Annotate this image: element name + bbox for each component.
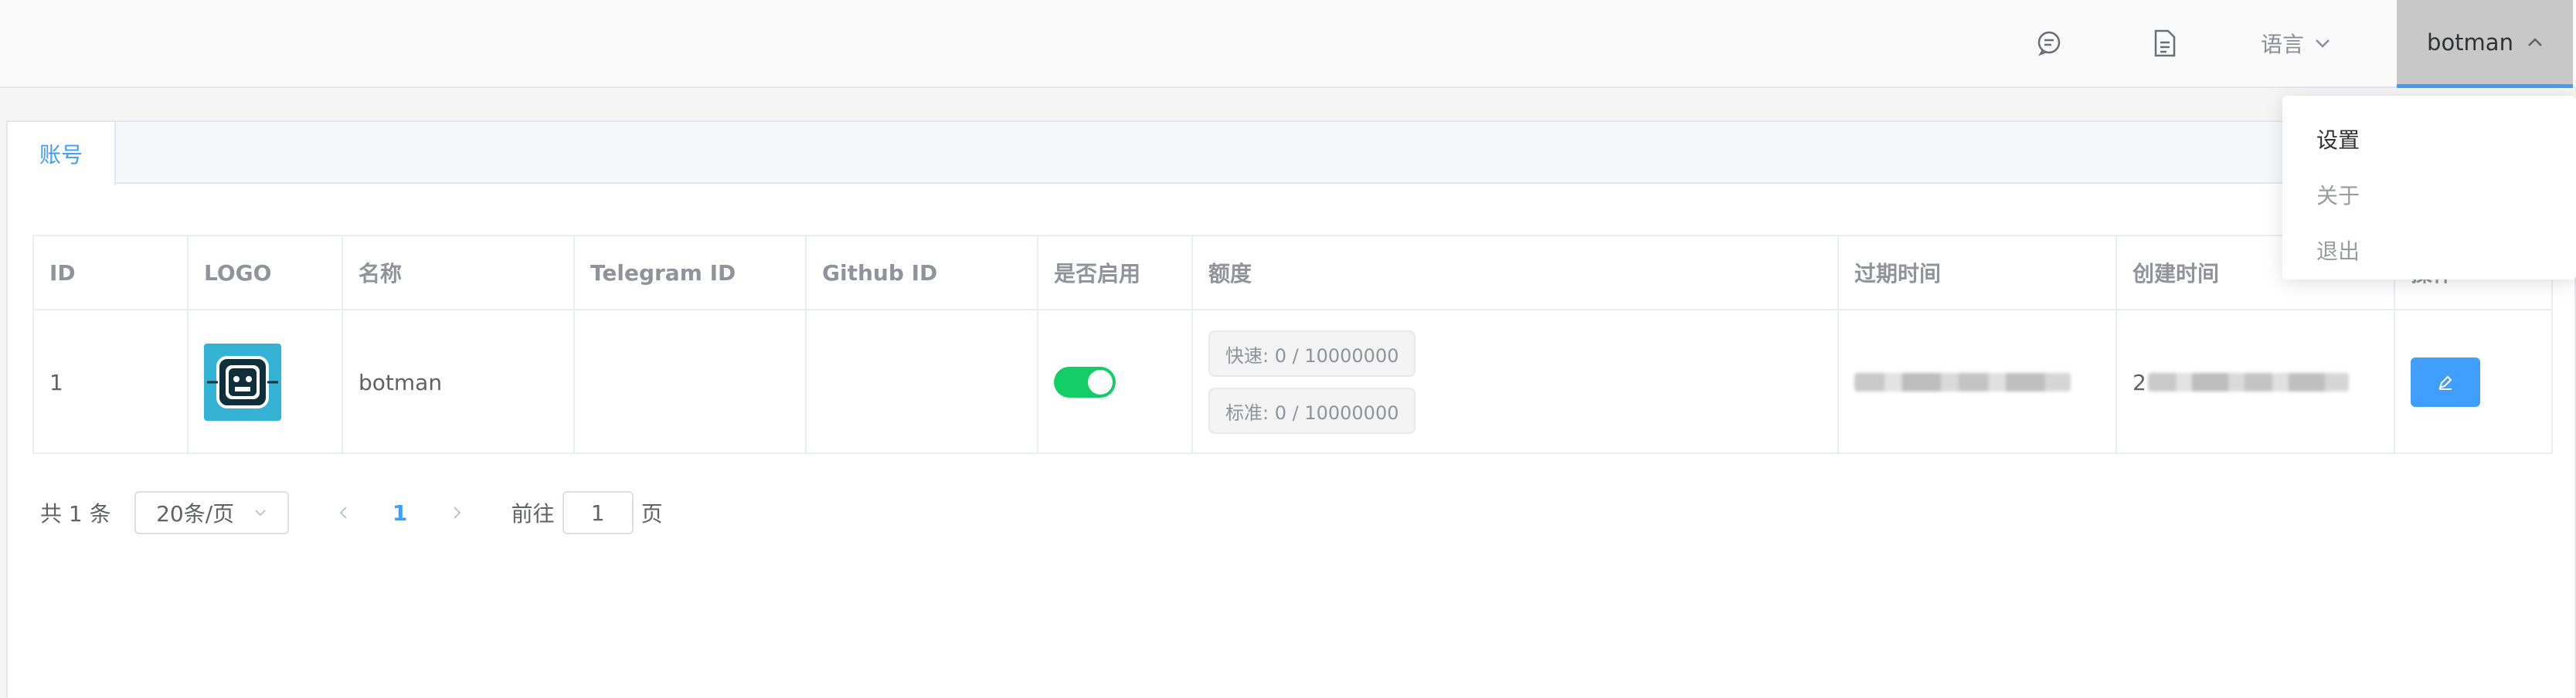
tab-account[interactable]: 账号	[8, 122, 116, 185]
user-label: botman	[2427, 29, 2513, 56]
quota-standard-tag: 标准: 0 / 10000000	[1208, 388, 1416, 434]
column-header-telegram-id[interactable]: Telegram ID	[575, 236, 807, 310]
table-cell-name: botman	[343, 310, 575, 454]
column-header-id[interactable]: ID	[34, 236, 189, 310]
chevron-left-icon	[339, 507, 347, 519]
chevron-down-icon	[255, 510, 266, 517]
column-header-name[interactable]: 名称	[343, 236, 575, 310]
next-page-button[interactable]	[434, 491, 481, 534]
edit-button[interactable]	[2411, 357, 2480, 407]
table-cell-created-time: 2	[2117, 310, 2395, 454]
menu-item-settings[interactable]: 设置	[2282, 111, 2576, 167]
table-cell-id: 1	[34, 310, 189, 454]
chevron-right-icon	[453, 507, 461, 519]
chat-bubble-icon[interactable]	[2032, 26, 2066, 60]
top-navbar: 语言 botman	[0, 0, 2576, 88]
enabled-toggle[interactable]	[1054, 367, 1116, 398]
document-icon[interactable]	[2148, 26, 2182, 60]
menu-item-about[interactable]: 关于	[2282, 167, 2576, 222]
language-dropdown[interactable]: 语言	[2261, 26, 2330, 60]
chevron-down-icon	[2316, 39, 2330, 48]
table-cell-enabled	[1038, 310, 1193, 454]
tab-bar: 账号	[8, 122, 2576, 185]
pagination: 共 1 条 20条/页 1 前往 1 页	[40, 491, 663, 534]
column-header-logo[interactable]: LOGO	[189, 236, 343, 310]
page-number-current[interactable]: 1	[377, 491, 423, 534]
chevron-up-icon	[2528, 37, 2542, 46]
user-menu-trigger[interactable]: botman	[2397, 0, 2573, 88]
table-cell-telegram-id	[575, 310, 807, 454]
table-cell-quota: 快速: 0 / 10000000 标准: 0 / 10000000	[1193, 310, 1839, 454]
edit-icon	[2438, 375, 2452, 390]
redacted-expire-time	[1854, 373, 2071, 391]
column-header-expire-time[interactable]: 过期时间	[1839, 236, 2117, 310]
table-cell-expire-time	[1839, 310, 2117, 454]
table-cell-actions	[2395, 310, 2553, 454]
column-header-github-id[interactable]: Github ID	[807, 236, 1038, 310]
pagination-total: 共 1 条	[40, 501, 111, 527]
page-size-value: 20条/页	[156, 501, 235, 527]
prev-page-button[interactable]	[320, 491, 366, 534]
user-dropdown-menu: 设置 关于 退出	[2282, 96, 2576, 280]
table-cell-logo	[189, 310, 343, 454]
created-time-prefix: 2	[2133, 369, 2146, 395]
goto-suffix: 页	[641, 501, 663, 527]
bot-logo-image	[204, 344, 281, 421]
column-header-enabled[interactable]: 是否启用	[1038, 236, 1193, 310]
quota-fast-tag: 快速: 0 / 10000000	[1208, 330, 1416, 377]
redacted-created-time	[2147, 373, 2349, 391]
language-label: 语言	[2261, 32, 2305, 57]
page-size-select[interactable]: 20条/页	[134, 491, 289, 534]
main-card: 账号 ID LOGO 名称 Telegram ID Github ID 是否启用…	[6, 120, 2576, 698]
table-cell-github-id	[807, 310, 1038, 454]
column-header-quota[interactable]: 额度	[1193, 236, 1839, 310]
goto-prefix: 前往	[511, 501, 555, 527]
accounts-table: ID LOGO 名称 Telegram ID Github ID 是否启用 额度…	[32, 235, 2553, 454]
goto-page-input[interactable]: 1	[562, 491, 634, 534]
menu-item-logout[interactable]: 退出	[2282, 222, 2576, 278]
